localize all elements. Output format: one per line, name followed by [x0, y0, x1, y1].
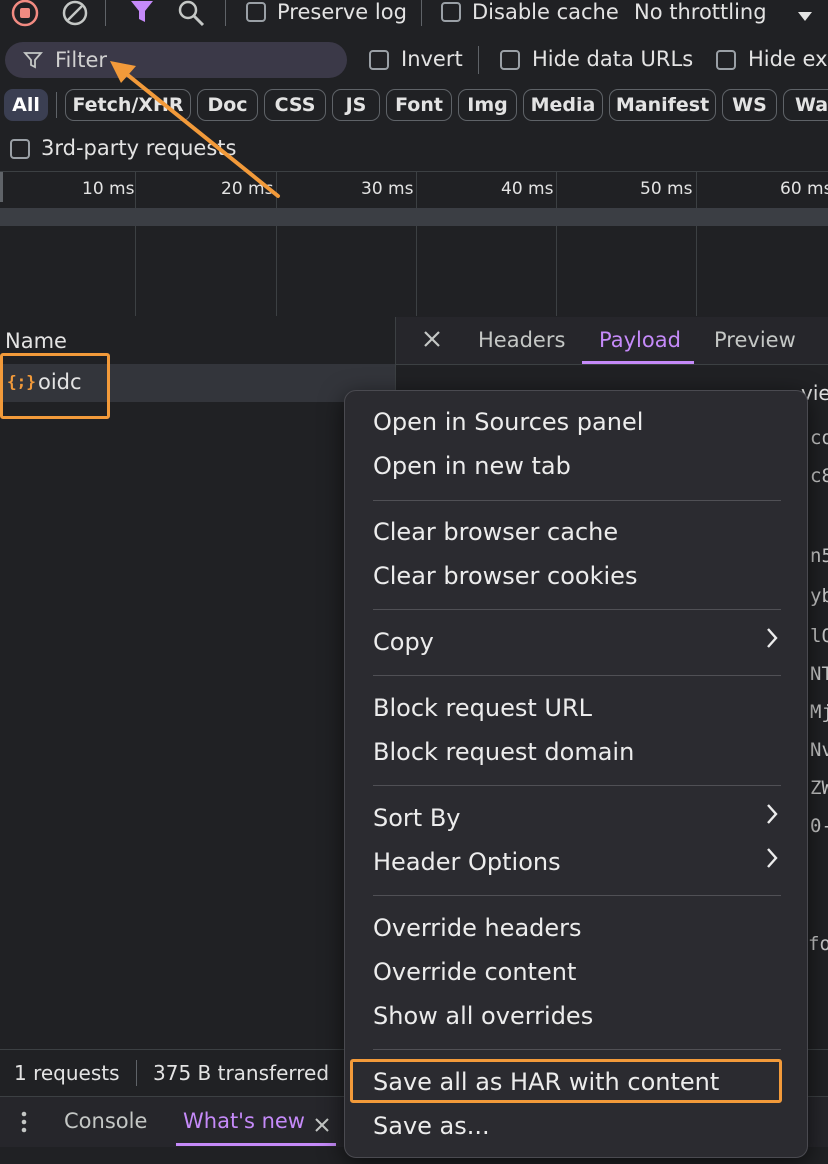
menu-item-save-as[interactable]: Save as...: [373, 1112, 490, 1140]
menu-item-show-overrides[interactable]: Show all overrides: [373, 1002, 593, 1030]
menu-item-header-options[interactable]: Header Options: [373, 848, 561, 876]
tab-preview[interactable]: Preview: [714, 328, 796, 352]
menu-item-sort-by[interactable]: Sort By: [373, 804, 461, 832]
chevron-right-icon: [765, 846, 779, 876]
menu-item-block-url[interactable]: Block request URL: [373, 694, 592, 722]
menu-item-override-headers[interactable]: Override headers: [373, 914, 582, 942]
active-drawer-tab-indicator: [176, 1143, 336, 1146]
payload-value: yb: [810, 585, 828, 607]
menu-separator: [373, 1049, 781, 1050]
request-count: 1 requests: [14, 1061, 120, 1085]
payload-value: c8: [810, 465, 828, 487]
payload-value: co: [810, 427, 828, 449]
close-icon[interactable]: [422, 329, 442, 354]
menu-item-open-in-sources[interactable]: Open in Sources panel: [373, 408, 643, 436]
payload-value: 0-: [810, 815, 828, 837]
context-menu: Open in Sources panel Open in new tab Cl…: [344, 390, 808, 1158]
annotation-arrow-icon: [110, 61, 280, 198]
highlight-box-request: [0, 353, 110, 419]
request-list-panel: Name {;} oidc: [0, 317, 395, 1057]
more-options-icon[interactable]: [20, 1111, 28, 1138]
active-tab-indicator: [582, 361, 694, 364]
transferred-size: 375 B transferred: [153, 1061, 330, 1085]
tab-payload[interactable]: Payload: [599, 328, 681, 352]
payload-value: lQ: [810, 625, 828, 647]
menu-separator: [373, 500, 781, 501]
payload-value: fo: [808, 933, 828, 955]
tab-headers[interactable]: Headers: [478, 328, 565, 352]
close-tab-icon[interactable]: [314, 1114, 330, 1138]
payload-value: NT: [810, 663, 828, 685]
menu-item-open-new-tab[interactable]: Open in new tab: [373, 452, 571, 480]
tab-console[interactable]: Console: [64, 1109, 147, 1133]
menu-item-override-content[interactable]: Override content: [373, 958, 576, 986]
menu-separator: [373, 895, 781, 896]
menu-separator: [373, 609, 781, 610]
status-divider: [136, 1060, 137, 1086]
highlight-box-save-har: [350, 1059, 782, 1103]
name-column-header[interactable]: Name: [5, 329, 67, 353]
payload-value: n5: [810, 545, 828, 567]
payload-value: Mj: [810, 701, 828, 723]
tab-whats-new[interactable]: What's new: [183, 1109, 305, 1133]
payload-value: ZW: [810, 777, 828, 799]
menu-item-clear-cache[interactable]: Clear browser cache: [373, 518, 618, 546]
menu-item-block-domain[interactable]: Block request domain: [373, 738, 634, 766]
payload-value: Nv: [810, 739, 828, 761]
menu-item-copy[interactable]: Copy: [373, 628, 434, 656]
menu-separator: [373, 785, 781, 786]
chevron-right-icon: [765, 802, 779, 832]
menu-separator: [373, 675, 781, 676]
menu-item-clear-cookies[interactable]: Clear browser cookies: [373, 562, 637, 590]
chevron-right-icon: [765, 626, 779, 656]
